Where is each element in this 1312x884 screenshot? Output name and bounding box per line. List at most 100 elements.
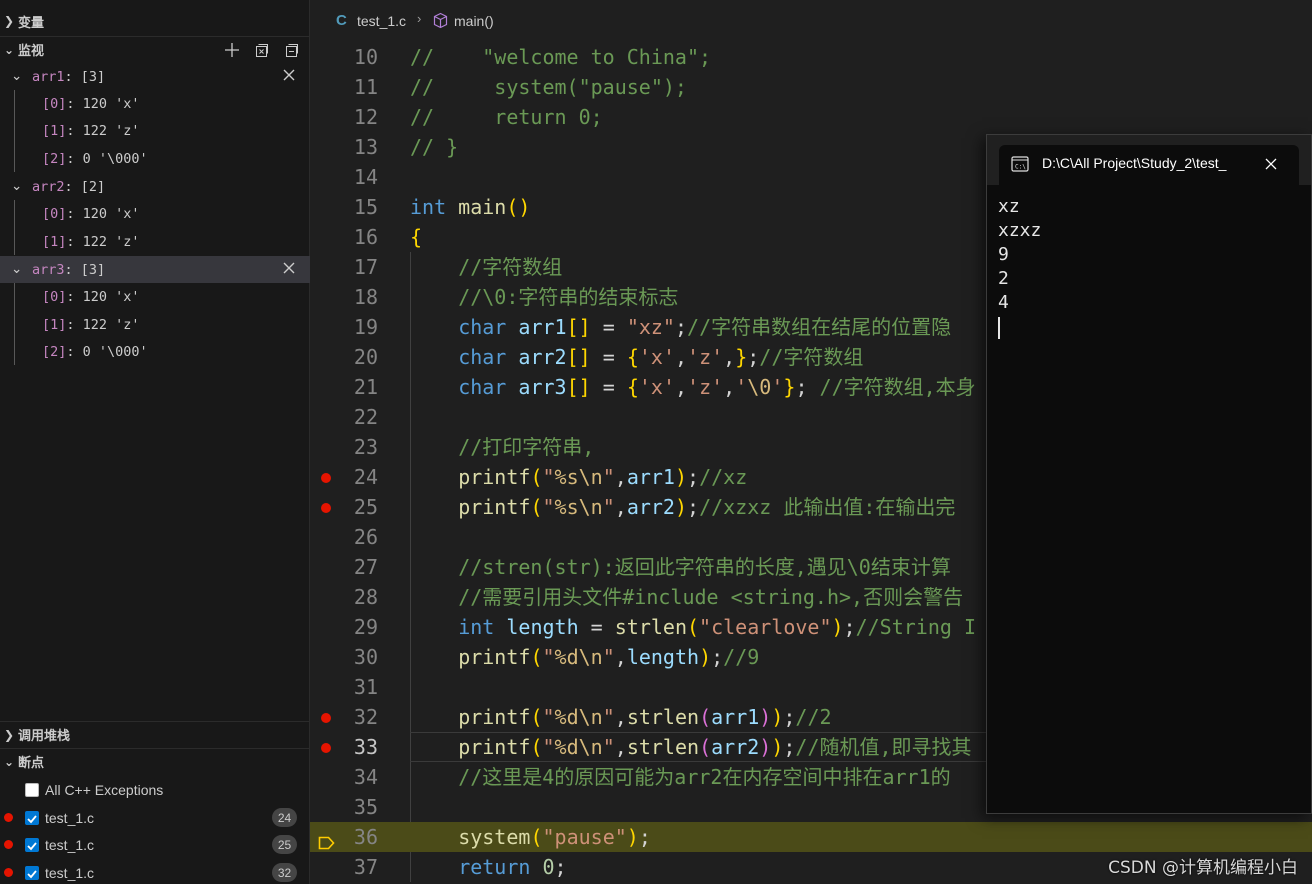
remove-all-icon[interactable] xyxy=(282,40,302,60)
console-output-line: 2 xyxy=(998,268,1009,289)
collapse-all-icon[interactable] xyxy=(252,40,272,60)
chevron-down-icon: ⌄ xyxy=(11,68,23,84)
line-number: 12 xyxy=(353,105,378,129)
checkbox[interactable] xyxy=(25,810,39,825)
code-line[interactable]: 10 // "welcome to China"; xyxy=(310,42,1312,72)
watch-item-arr1[interactable]: ⌄ arr1: [3] xyxy=(0,63,310,90)
child-name: [0] xyxy=(42,288,67,305)
code-text: int length = strlen("clearlove");//Strin… xyxy=(458,615,977,639)
code-line[interactable]: 36 system("pause"); xyxy=(310,822,1312,852)
child-name: [2] xyxy=(42,343,67,360)
line-number: 18 xyxy=(353,285,378,309)
chevron-down-icon: ⌄ xyxy=(3,42,15,57)
line-number: 13 xyxy=(353,135,378,159)
breakpoint-dot-icon[interactable] xyxy=(321,503,331,513)
watch-child[interactable]: [2]: 0 '\000' xyxy=(0,338,310,365)
chevron-right-icon: › xyxy=(417,11,422,26)
callstack-section-header[interactable]: ❯ 调用堆栈 xyxy=(0,721,310,747)
chevron-down-icon: ⌄ xyxy=(3,754,15,769)
console-output-line: 9 xyxy=(998,244,1009,265)
child-name: [1] xyxy=(42,122,67,139)
watch-child[interactable]: [1]: 122 'z' xyxy=(0,311,310,338)
breakpoint-item[interactable]: test_1.c 24 xyxy=(0,804,310,831)
watch-child[interactable]: [0]: 120 'x' xyxy=(0,90,310,117)
checkbox[interactable] xyxy=(25,865,39,880)
variables-section-header[interactable]: ❯ 变量 xyxy=(0,8,310,34)
line-number: 15 xyxy=(353,195,378,219)
text-cursor xyxy=(998,317,1000,339)
breakpoint-item[interactable]: All C++ Exceptions xyxy=(0,776,310,803)
console-output-line: xz xyxy=(998,196,1020,217)
checkbox[interactable] xyxy=(25,837,39,852)
code-text: system("pause"); xyxy=(458,825,651,849)
watch-name: arr3 xyxy=(32,261,65,278)
line-number-badge: 32 xyxy=(272,863,297,882)
line-number: 19 xyxy=(353,315,378,339)
console-tab[interactable]: C:\ D:\C\All Project\Study_2\test_ xyxy=(999,145,1299,185)
code-text: printf("%d\n",strlen(arr1));//2 xyxy=(458,705,832,729)
add-expression-icon[interactable] xyxy=(222,40,242,60)
svg-text:C:\: C:\ xyxy=(1015,164,1026,171)
breakpoint-dot-icon[interactable] xyxy=(321,743,331,753)
close-icon[interactable] xyxy=(280,259,298,277)
breadcrumb-file[interactable]: test_1.c xyxy=(357,13,406,29)
line-number: 33 xyxy=(353,735,378,759)
child-value: 0 '\000' xyxy=(82,150,148,167)
watch-child[interactable]: [1]: 122 'z' xyxy=(0,228,310,255)
debug-sidebar: ❯ 变量 ⌄ 监视 ⌄ arr1: [3] [0]: 120 'x' [1]: … xyxy=(0,0,310,884)
breakpoint-item[interactable]: test_1.c 32 xyxy=(0,859,310,884)
chevron-right-icon: ❯ xyxy=(3,727,15,742)
code-text: //需要引用头文件#include <string.h>,否则会警告 xyxy=(458,585,964,609)
code-text: //\0:字符串的结束标志 xyxy=(458,285,679,309)
code-text: // system("pause"); xyxy=(410,75,687,99)
line-number: 11 xyxy=(353,75,378,99)
watch-child[interactable]: [0]: 120 'x' xyxy=(0,200,310,227)
watch-value: [3] xyxy=(80,68,106,85)
breakpoints-section-header[interactable]: ⌄ 断点 xyxy=(0,748,310,774)
line-number: 16 xyxy=(353,225,378,249)
watch-value: [2] xyxy=(80,178,106,195)
line-number: 17 xyxy=(353,255,378,279)
watch-section-header[interactable]: ⌄ 监视 xyxy=(0,36,310,62)
breakpoint-label: test_1.c xyxy=(45,864,95,881)
close-icon[interactable] xyxy=(280,66,298,84)
code-text: //这里是4的原因可能为arr2在内存空间中排在arr1的 xyxy=(458,765,951,789)
watch-name: arr2 xyxy=(32,178,65,195)
line-number: 21 xyxy=(353,375,378,399)
watch-title: 监视 xyxy=(18,44,45,59)
code-line[interactable]: 11 // system("pause"); xyxy=(310,72,1312,102)
console-title: D:\C\All Project\Study_2\test_ xyxy=(1042,155,1227,171)
watch-child[interactable]: [2]: 0 '\000' xyxy=(0,145,310,172)
checkbox[interactable] xyxy=(25,782,39,797)
c-file-icon: C xyxy=(336,12,347,29)
line-number: 34 xyxy=(353,765,378,789)
line-number: 36 xyxy=(353,825,378,849)
breakpoint-dot-icon xyxy=(4,868,13,877)
code-text: // } xyxy=(410,135,459,159)
code-line[interactable]: 12 // return 0; xyxy=(310,102,1312,132)
watch-child[interactable]: [1]: 122 'z' xyxy=(0,117,310,144)
watch-item-arr3[interactable]: ⌄ arr3: [3] xyxy=(0,256,310,283)
breakpoint-dot-icon[interactable] xyxy=(321,473,331,483)
breakpoint-dot-icon[interactable] xyxy=(321,713,331,723)
code-text: { xyxy=(410,225,423,249)
breadcrumb-function[interactable]: main() xyxy=(454,13,494,29)
code-text: char arr3[] = {'x','z','\0'}; //字符数组,本身 xyxy=(458,375,976,399)
variables-title: 变量 xyxy=(18,15,45,31)
close-icon[interactable] xyxy=(1263,156,1279,172)
watch-child[interactable]: [0]: 120 'x' xyxy=(0,283,310,310)
code-text: return 0; xyxy=(458,855,567,879)
code-text: // return 0; xyxy=(410,105,603,129)
child-value: 120 'x' xyxy=(82,205,140,222)
function-cube-icon xyxy=(432,12,449,29)
child-name: [1] xyxy=(42,316,67,333)
chevron-down-icon: ⌄ xyxy=(11,261,23,277)
line-number: 23 xyxy=(353,435,378,459)
console-window[interactable]: C:\ D:\C\All Project\Study_2\test_ xz xzx… xyxy=(986,134,1312,814)
breakpoint-label: All C++ Exceptions xyxy=(45,781,164,798)
console-output-line: xzxz xyxy=(998,220,1042,241)
chevron-right-icon: ❯ xyxy=(3,14,15,28)
breakpoint-item[interactable]: test_1.c 25 xyxy=(0,831,310,858)
watch-item-arr2[interactable]: ⌄ arr2: [2] xyxy=(0,173,310,200)
line-number: 22 xyxy=(353,405,378,429)
